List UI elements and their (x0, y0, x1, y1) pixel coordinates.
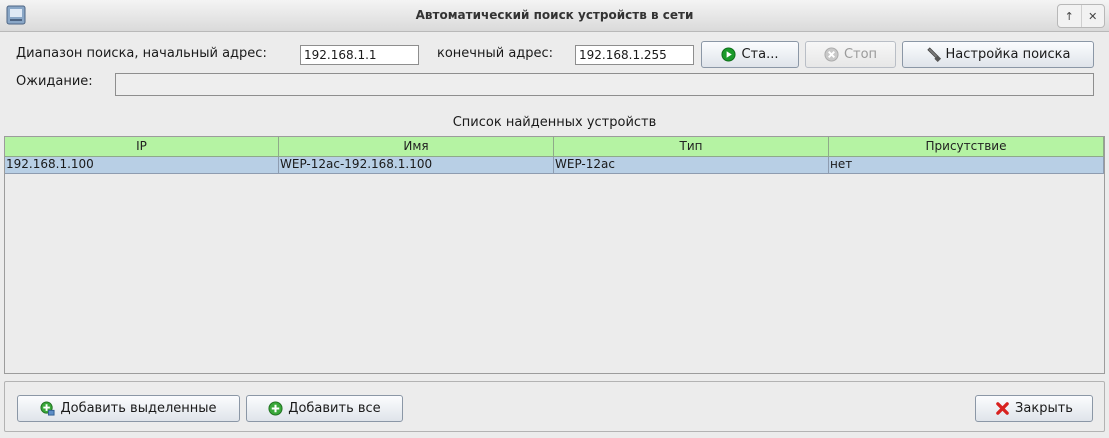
close-icon (996, 402, 1009, 415)
close-window-icon[interactable]: ✕ (1080, 5, 1105, 27)
start-button-label: Ста... (741, 47, 779, 62)
title-bar: Автоматический поиск устройств в сети ↑ … (0, 0, 1109, 32)
cell-name: WEP-12ac-192.168.1.100 (279, 157, 554, 173)
search-settings-label: Настройка поиска (945, 47, 1071, 62)
add-all-label: Добавить все (288, 401, 381, 416)
stop-icon (824, 47, 839, 62)
devices-list-title: Список найденных устройств (452, 115, 657, 130)
table-row[interactable]: 192.168.1.100 WEP-12ac-192.168.1.100 WEP… (5, 157, 1104, 174)
waiting-label: Ожидание: (16, 74, 93, 89)
stop-button-label: Стоп (843, 47, 878, 62)
cell-presence: нет (829, 157, 1104, 173)
start-button[interactable]: Ста... (701, 41, 799, 68)
close-button[interactable]: Закрыть (975, 395, 1093, 422)
column-header-presence[interactable]: Присутствие (829, 137, 1104, 157)
add-all-button[interactable]: Добавить все (246, 395, 403, 422)
column-header-name[interactable]: Имя (279, 137, 554, 157)
wrench-icon (926, 47, 941, 62)
add-selected-label: Добавить выделенные (60, 401, 217, 416)
stop-button[interactable]: Стоп (805, 41, 896, 68)
cell-type: WEP-12ac (554, 157, 829, 173)
waiting-progress-bar (115, 73, 1094, 96)
end-address-label: конечный адрес: (437, 46, 554, 61)
start-address-input[interactable]: 192.168.1.1 (300, 45, 419, 65)
search-settings-button[interactable]: Настройка поиска (902, 41, 1094, 68)
column-header-ip[interactable]: IP (5, 137, 279, 157)
window-title: Автоматический поиск устройств в сети (415, 8, 694, 22)
close-button-label: Закрыть (1015, 401, 1073, 416)
range-label: Диапазон поиска, начальный адрес: (16, 46, 267, 61)
play-icon (721, 47, 737, 62)
add-icon (268, 401, 283, 416)
table-header: IP Имя Тип Присутствие (5, 137, 1104, 157)
window-controls: ↑ ✕ (1057, 4, 1105, 28)
add-selected-button[interactable]: Добавить выделенные (17, 395, 240, 422)
end-address-input[interactable]: 192.168.1.255 (575, 45, 694, 65)
column-header-type[interactable]: Тип (554, 137, 829, 157)
devices-table: IP Имя Тип Присутствие 192.168.1.100 WEP… (4, 136, 1105, 374)
add-selected-icon (40, 401, 55, 416)
cell-ip: 192.168.1.100 (5, 157, 279, 173)
maximize-icon[interactable]: ↑ (1058, 5, 1081, 27)
